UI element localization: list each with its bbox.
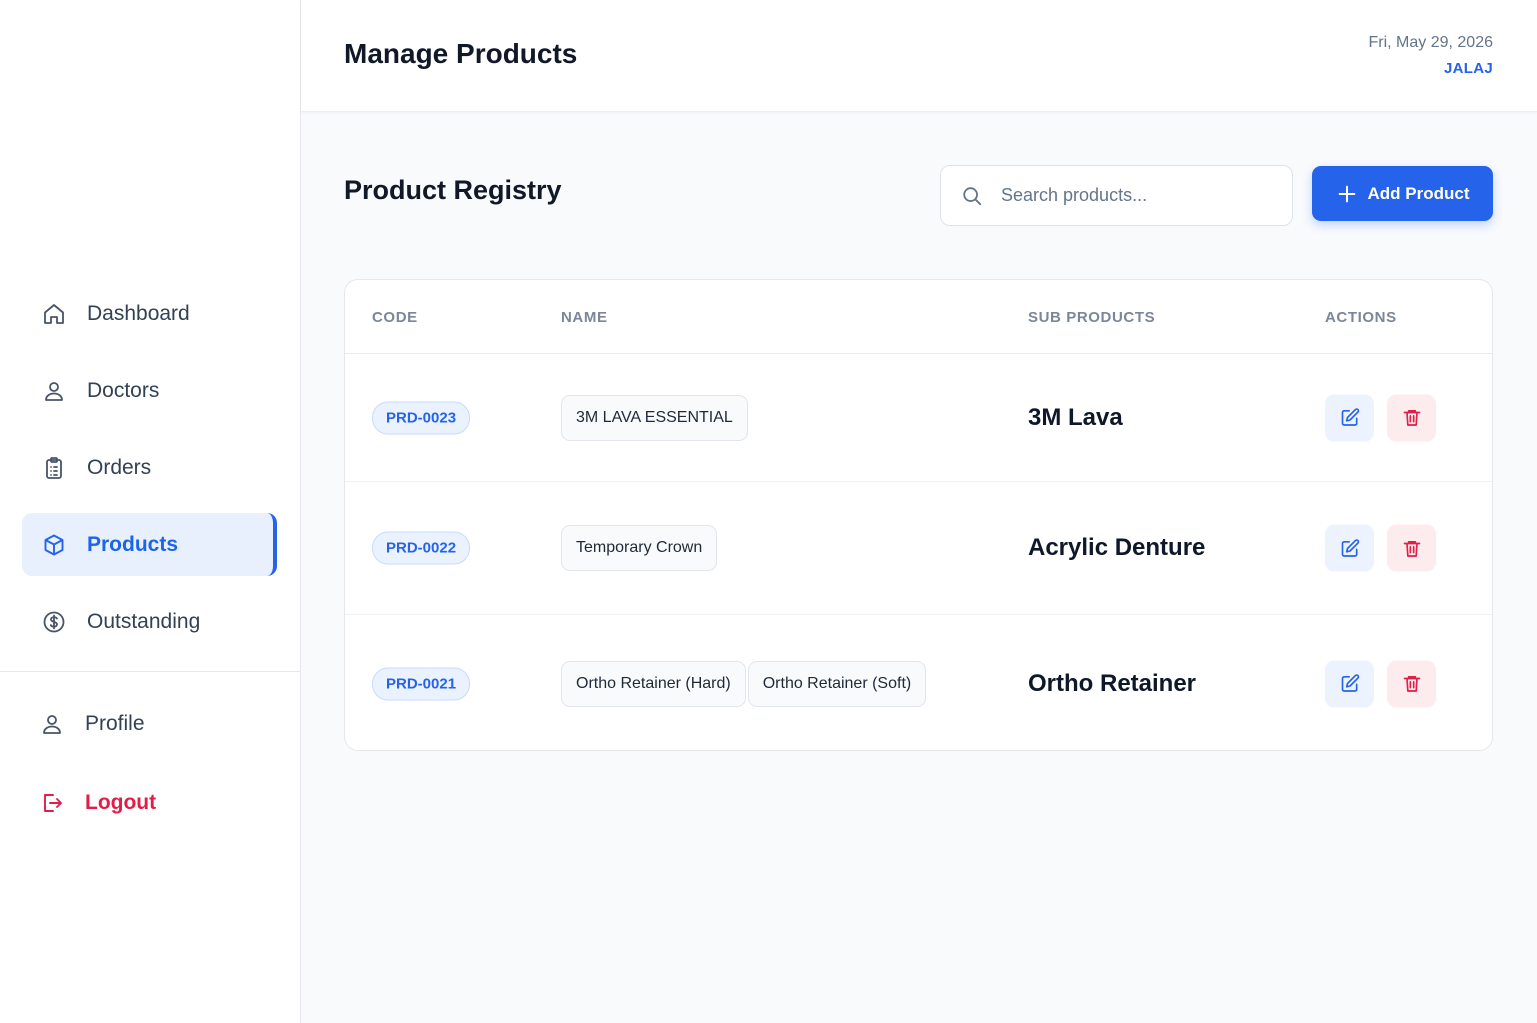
table-header: CODE NAME SUB PRODUCTS ACTIONS [345, 280, 1492, 354]
trash-icon [1403, 540, 1420, 557]
plus-icon [1336, 183, 1358, 205]
sidebar-item-orders[interactable]: Orders [22, 436, 277, 499]
product-code-badge: PRD-0021 [372, 667, 471, 700]
delete-button[interactable] [1387, 660, 1436, 707]
clipboard-icon [42, 456, 66, 480]
sidebar-bottom-nav: Profile Logout [22, 692, 277, 850]
column-header-name: NAME [561, 309, 608, 326]
delete-button[interactable] [1387, 524, 1436, 572]
trash-icon [1403, 410, 1420, 426]
sidebar-nav: Dashboard Doctors Orders Products Outsta… [22, 282, 277, 667]
row-actions [1325, 394, 1449, 441]
edit-button[interactable] [1325, 660, 1374, 707]
sidebar-item-label: Doctors [87, 378, 160, 402]
sub-product-name: 3M Lava [1028, 403, 1123, 431]
column-header-sub-products: SUB PRODUCTS [1028, 309, 1156, 326]
product-names: 3M LAVA ESSENTIAL [561, 394, 750, 441]
table-row: PRD-0023 3M LAVA ESSENTIAL 3M Lava [345, 354, 1492, 482]
top-header: Manage Products Fri, May 29, 2026 JALAJ [301, 0, 1537, 112]
sidebar-item-label: Outstanding [87, 609, 201, 633]
add-product-label: Add Product [1367, 183, 1470, 203]
dollar-circle-icon [42, 610, 66, 634]
header-meta: Fri, May 29, 2026 JALAJ [1369, 34, 1494, 77]
sub-product-name: Acrylic Denture [1028, 534, 1206, 561]
sub-product-name: Ortho Retainer [1028, 669, 1197, 697]
edit-button[interactable] [1325, 524, 1374, 572]
product-names: Temporary Crown [561, 525, 719, 571]
home-icon [42, 302, 66, 326]
products-table: CODE NAME SUB PRODUCTS ACTIONS PRD-0023 … [344, 279, 1493, 751]
sidebar-item-products[interactable]: Products [22, 513, 277, 576]
add-product-button[interactable]: Add Product [1312, 166, 1493, 221]
app-root: Dashboard Doctors Orders Products Outsta… [0, 0, 1537, 1023]
sidebar-item-outstanding[interactable]: Outstanding [22, 590, 277, 653]
column-header-code: CODE [372, 309, 418, 326]
product-code-badge: PRD-0022 [372, 531, 471, 565]
section-title: Product Registry [344, 175, 562, 205]
edit-icon [1341, 538, 1359, 557]
edit-icon [1341, 674, 1359, 692]
delete-button[interactable] [1387, 394, 1436, 441]
product-name-chip: Ortho Retainer (Soft) [747, 660, 927, 707]
sidebar-item-label: Profile [85, 711, 145, 735]
edit-icon [1341, 408, 1359, 426]
user-icon [40, 712, 64, 736]
table-row: PRD-0021 Ortho Retainer (Hard) Ortho Ret… [345, 615, 1492, 750]
row-actions [1325, 524, 1449, 572]
product-name-chip: Ortho Retainer (Hard) [561, 660, 746, 707]
sidebar-item-profile[interactable]: Profile [22, 692, 277, 755]
sidebar-divider [0, 671, 300, 672]
search-input[interactable] [1001, 185, 1261, 206]
trash-icon [1403, 676, 1420, 692]
sidebar-item-doctors[interactable]: Doctors [22, 359, 277, 422]
sidebar-item-label: Logout [85, 790, 157, 814]
sidebar-item-label: Dashboard [87, 301, 190, 325]
sidebar: Dashboard Doctors Orders Products Outsta… [0, 0, 301, 1023]
box-icon [42, 533, 66, 557]
logout-icon [40, 791, 64, 815]
row-actions [1325, 660, 1449, 707]
page-title: Manage Products [344, 38, 578, 69]
sidebar-item-label: Products [87, 532, 179, 556]
sidebar-item-logout[interactable]: Logout [22, 771, 277, 834]
search-box [940, 165, 1293, 226]
edit-button[interactable] [1325, 394, 1374, 441]
current-date: Fri, May 29, 2026 [1368, 34, 1494, 51]
user-icon [42, 379, 66, 403]
column-header-actions: ACTIONS [1325, 309, 1397, 326]
user-name[interactable]: JALAJ [1369, 60, 1494, 77]
product-name-chip: Temporary Crown [561, 525, 718, 571]
sidebar-item-label: Orders [87, 455, 152, 479]
sidebar-item-dashboard[interactable]: Dashboard [22, 282, 277, 345]
product-code-badge: PRD-0023 [372, 401, 471, 434]
product-names: Ortho Retainer (Hard) Ortho Retainer (So… [561, 660, 928, 707]
table-row: PRD-0022 Temporary Crown Acrylic Denture [345, 482, 1492, 615]
search-icon [961, 185, 983, 207]
product-name-chip: 3M LAVA ESSENTIAL [561, 394, 748, 441]
